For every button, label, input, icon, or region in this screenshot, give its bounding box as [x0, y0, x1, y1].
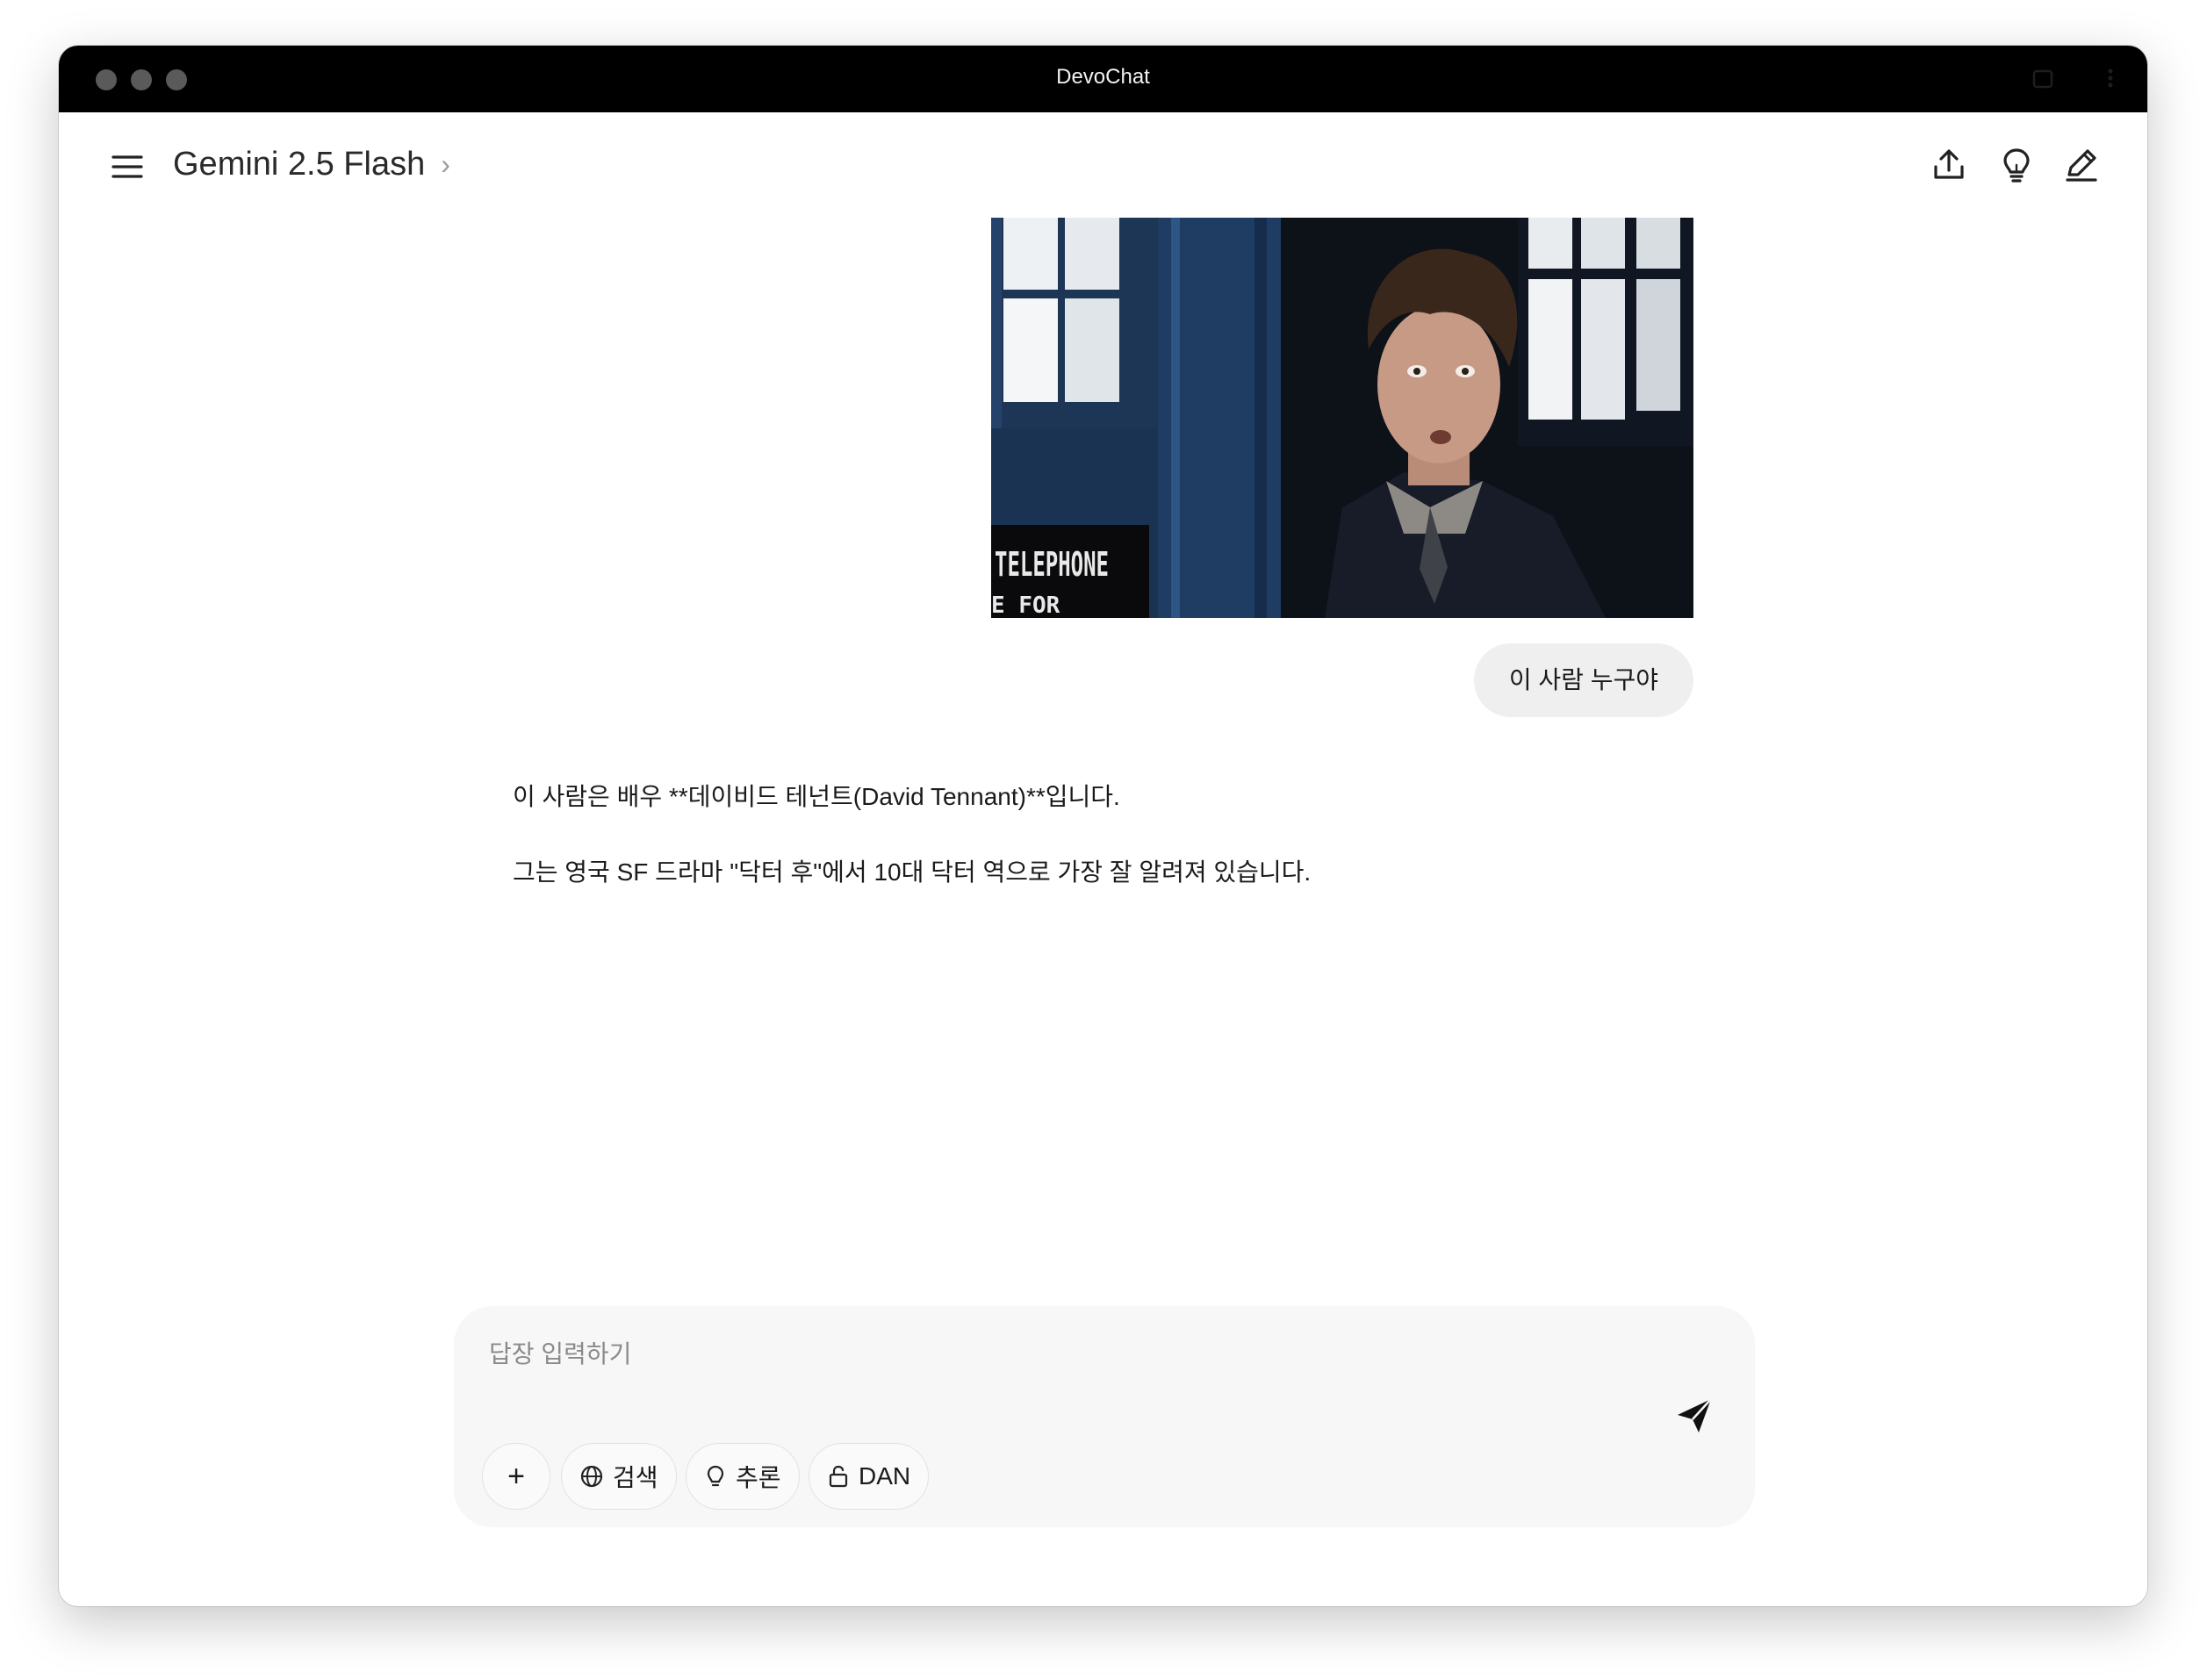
assistant-message: 이 사람은 배우 **데이비드 테넌트(David Tennant)**입니다.…	[513, 781, 1742, 932]
search-chip-label: 검색	[613, 1464, 658, 1491]
search-toggle-button[interactable]: 검색	[561, 1443, 677, 1510]
chat-header: Gemini 2.5 Flash ›	[59, 112, 2147, 218]
reply-input[interactable]	[487, 1339, 1632, 1369]
model-selector[interactable]: Gemini 2.5 Flash ›	[173, 146, 450, 183]
dan-chip-label: DAN	[859, 1462, 911, 1490]
assistant-paragraph: 그는 영국 SF 드라마 "닥터 후"에서 10대 닥터 역으로 가장 잘 알려…	[513, 858, 1312, 886]
reasoning-chip-label: 추론	[736, 1464, 781, 1491]
globe-icon	[580, 1465, 603, 1488]
lightbulb-icon[interactable]	[1997, 146, 2036, 184]
unlock-icon	[829, 1465, 848, 1488]
edit-icon[interactable]	[2062, 146, 2101, 184]
app-window: DevoChat Gemini 2.5 Flash › TELEPHONE E …	[59, 46, 2147, 1606]
uploaded-photo[interactable]: TELEPHONE E FOR	[991, 218, 1693, 618]
user-message-bubble: 이 사람 누구야	[1473, 643, 1693, 717]
reasoning-toggle-button[interactable]: 추론	[686, 1443, 800, 1510]
model-name: Gemini 2.5 Flash	[173, 146, 426, 183]
assistant-paragraph: 이 사람은 배우 **데이비드 테넌트(David Tennant)**입니다.	[513, 783, 1120, 810]
more-options-icon[interactable]	[2104, 65, 2117, 91]
message-composer: + 검색 추론 DAN	[454, 1306, 1755, 1527]
title-bar: DevoChat	[59, 46, 2147, 112]
upload-icon[interactable]	[1930, 146, 1968, 184]
menu-icon[interactable]	[108, 147, 147, 186]
dan-toggle-button[interactable]: DAN	[809, 1443, 930, 1510]
chevron-right-icon: ›	[441, 148, 450, 180]
telephone-sign-text: TELEPHONE	[995, 545, 1109, 584]
plus-icon: +	[507, 1459, 525, 1493]
window-title: DevoChat	[1056, 65, 1150, 89]
attach-button[interactable]: +	[482, 1443, 550, 1510]
telephone-sign-subtext: E FOR	[991, 592, 1060, 618]
lightbulb-icon	[707, 1465, 724, 1487]
extension-icon[interactable]	[2030, 65, 2056, 91]
send-icon[interactable]	[1672, 1394, 1716, 1438]
